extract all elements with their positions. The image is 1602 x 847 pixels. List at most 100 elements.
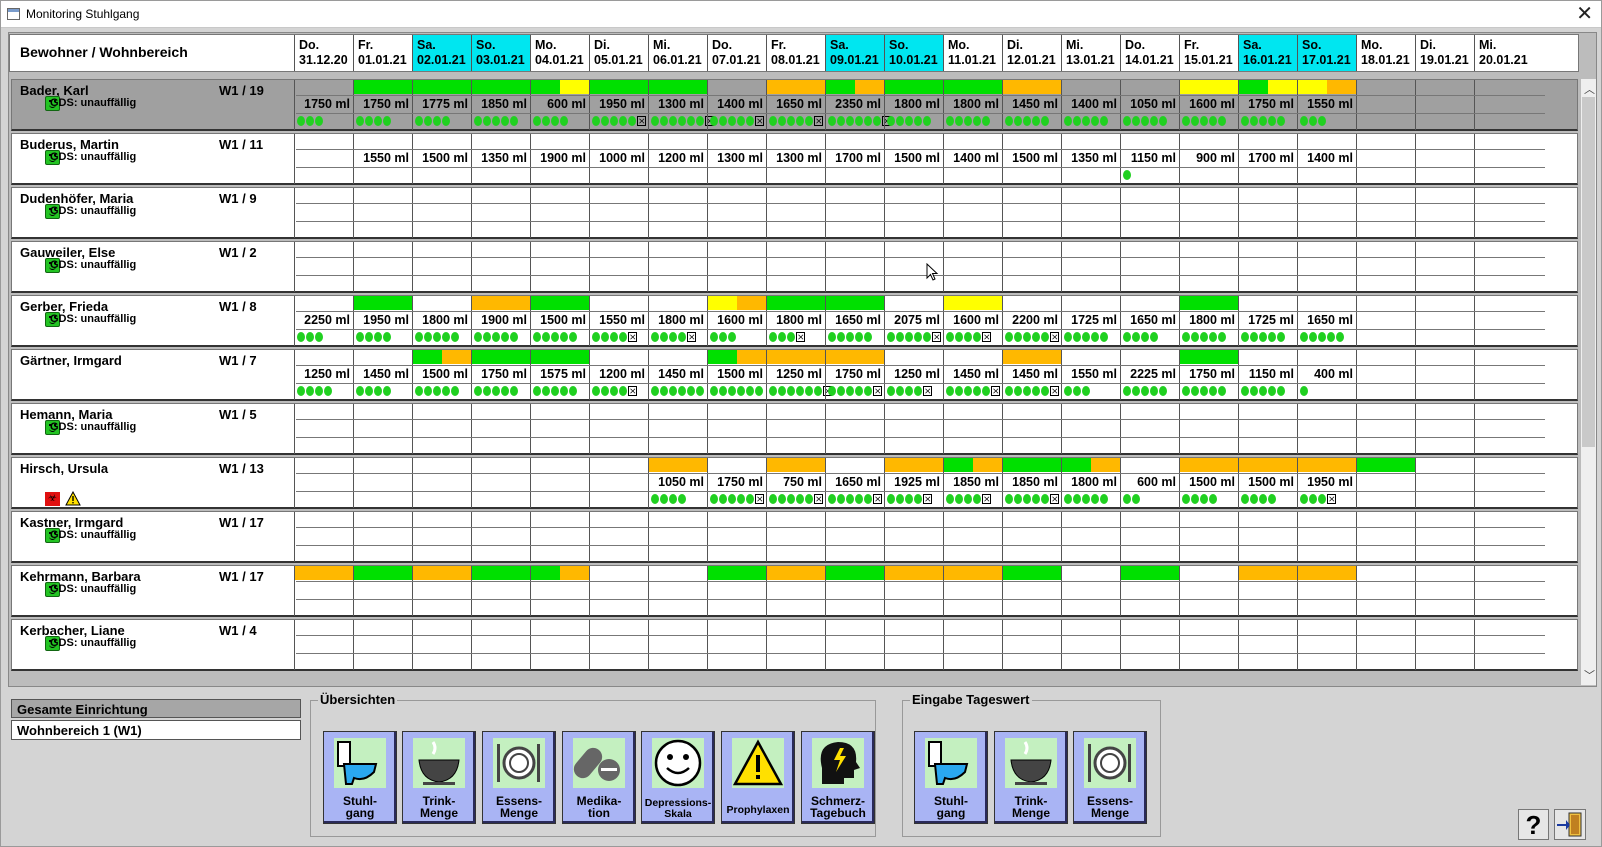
day-cell[interactable] — [884, 620, 943, 670]
unit-w1[interactable]: Wohnbereich 1 (W1) — [11, 720, 301, 740]
overview-button-cup[interactable]: Trink- Menge — [402, 731, 476, 824]
day-cell[interactable] — [353, 620, 412, 670]
day-cell[interactable]: 2250 ml — [294, 296, 353, 346]
day-cell[interactable]: 1000 ml — [589, 134, 648, 184]
date-header-cell[interactable]: Sa. 16.01.21 — [1238, 35, 1297, 71]
resident-row[interactable]: Buderus, Martin W1 / 11 GDS: unauffällig 15… — [11, 133, 1578, 185]
resident-row[interactable]: Hirsch, Ursula W1 / 13 ☣ 1050 ml 1750 ml ⨯ 750… — [11, 457, 1578, 509]
day-cell[interactable] — [471, 404, 530, 454]
date-header-cell[interactable]: So. 10.01.21 — [884, 35, 943, 71]
day-cell[interactable]: 400 ml — [1297, 350, 1356, 400]
day-cell[interactable]: 1350 ml — [1061, 134, 1120, 184]
resident-row[interactable]: Bader, Karl W1 / 19 GDS: unauffällig 1750 m… — [11, 79, 1578, 131]
day-cell[interactable]: 1700 ml — [1238, 134, 1297, 184]
overview-button-pill[interactable]: Medika-tion — [562, 731, 636, 824]
day-cell[interactable]: 1900 ml — [471, 296, 530, 346]
day-cell[interactable]: 600 ml — [1120, 458, 1179, 508]
day-cell[interactable] — [1297, 620, 1356, 670]
day-cell[interactable]: 1800 ml ⨯ — [766, 296, 825, 346]
day-cell[interactable] — [1356, 512, 1415, 562]
date-header-cell[interactable]: Sa. 09.01.21 — [825, 35, 884, 71]
day-cell[interactable] — [471, 620, 530, 670]
day-cell[interactable] — [294, 134, 353, 184]
day-cell[interactable]: 1800 ml ⨯ — [648, 296, 707, 346]
day-cell[interactable] — [1415, 350, 1474, 400]
day-cell[interactable] — [1415, 134, 1474, 184]
day-cell[interactable] — [412, 512, 471, 562]
scroll-up-icon[interactable]: ︿ — [1584, 81, 1595, 97]
day-cell[interactable] — [943, 242, 1002, 292]
day-cell[interactable]: 1250 ml ⨯ — [766, 350, 832, 400]
day-cell[interactable]: 1450 ml — [353, 350, 412, 400]
day-cell[interactable]: 2350 ml ⨯ — [825, 80, 891, 130]
day-cell[interactable] — [1474, 242, 1529, 292]
resident-row[interactable]: Hemann, Maria W1 / 5 GDS: unauffällig — [11, 403, 1578, 455]
day-cell[interactable] — [353, 404, 412, 454]
scroll-thumb[interactable] — [1582, 97, 1595, 447]
day-cell[interactable] — [707, 566, 766, 616]
date-header-cell[interactable]: Fr. 01.01.21 — [353, 35, 412, 71]
day-cell[interactable] — [648, 404, 707, 454]
day-cell[interactable] — [707, 512, 766, 562]
day-cell[interactable]: 1650 ml — [1297, 296, 1356, 346]
day-cell[interactable] — [412, 188, 471, 238]
day-cell[interactable]: 1850 ml ⨯ — [1002, 458, 1061, 508]
day-cell[interactable] — [1297, 512, 1356, 562]
resident-row[interactable]: Kastner, Irmgard W1 / 17 GDS: unauffällig — [11, 511, 1578, 563]
day-cell[interactable] — [530, 188, 589, 238]
day-cell[interactable] — [471, 188, 530, 238]
day-cell[interactable]: 1725 ml — [1238, 296, 1297, 346]
day-cell[interactable] — [412, 458, 471, 508]
date-header-cell[interactable]: Mi. 06.01.21 — [648, 35, 707, 71]
day-cell[interactable] — [707, 404, 766, 454]
day-cell[interactable] — [1238, 620, 1297, 670]
unit-all-facility[interactable]: Gesamte Einrichtung — [11, 699, 301, 718]
day-cell[interactable] — [294, 512, 353, 562]
overview-button-warning[interactable]: Prophylaxen — [721, 731, 795, 824]
day-cell[interactable] — [1179, 566, 1238, 616]
day-cell[interactable]: 1950 ml — [353, 296, 412, 346]
day-cell[interactable] — [353, 458, 412, 508]
day-cell[interactable]: 1900 ml — [530, 134, 589, 184]
day-cell[interactable] — [648, 242, 707, 292]
day-cell[interactable] — [1474, 566, 1529, 616]
day-cell[interactable]: 600 ml — [530, 80, 589, 130]
day-cell[interactable] — [1061, 404, 1120, 454]
day-cell[interactable] — [294, 188, 353, 238]
day-cell[interactable] — [943, 188, 1002, 238]
resident-grid[interactable]: Bader, Karl W1 / 19 GDS: unauffällig 1750 m… — [11, 79, 1578, 681]
day-cell[interactable]: 1650 ml — [825, 296, 884, 346]
date-header-cell[interactable]: Do. 07.01.21 — [707, 35, 766, 71]
day-cell[interactable] — [943, 512, 1002, 562]
day-cell[interactable] — [1474, 134, 1529, 184]
day-cell[interactable] — [884, 566, 943, 616]
day-cell[interactable] — [471, 512, 530, 562]
day-cell[interactable] — [294, 404, 353, 454]
day-cell[interactable] — [825, 620, 884, 670]
day-cell[interactable]: 1575 ml — [530, 350, 589, 400]
day-cell[interactable] — [1415, 620, 1474, 670]
day-cell[interactable] — [1356, 242, 1415, 292]
day-cell[interactable] — [1061, 188, 1120, 238]
day-cell[interactable]: 1550 ml ⨯ — [589, 296, 648, 346]
date-header-cell[interactable]: Di. 05.01.21 — [589, 35, 648, 71]
date-header-cell[interactable]: Mo. 18.01.21 — [1356, 35, 1415, 71]
day-cell[interactable] — [766, 242, 825, 292]
day-cell[interactable]: 1700 ml — [825, 134, 884, 184]
day-cell[interactable] — [294, 242, 353, 292]
day-cell[interactable] — [1356, 80, 1415, 130]
day-cell[interactable] — [1474, 620, 1529, 670]
day-cell[interactable]: 1150 ml — [1120, 134, 1179, 184]
day-cell[interactable] — [353, 566, 412, 616]
day-cell[interactable] — [589, 620, 648, 670]
day-cell[interactable]: 1500 ml — [707, 350, 766, 400]
day-cell[interactable]: 1650 ml ⨯ — [825, 458, 884, 508]
day-cell[interactable]: 2200 ml ⨯ — [1002, 296, 1061, 346]
day-cell[interactable] — [1120, 566, 1179, 616]
day-cell[interactable]: 1250 ml — [294, 350, 353, 400]
date-header-cell[interactable]: Do. 31.12.20 — [294, 35, 353, 71]
day-cell[interactable] — [1061, 566, 1120, 616]
day-cell[interactable] — [766, 512, 825, 562]
day-cell[interactable]: 1500 ml — [1002, 134, 1061, 184]
day-cell[interactable] — [1356, 188, 1415, 238]
